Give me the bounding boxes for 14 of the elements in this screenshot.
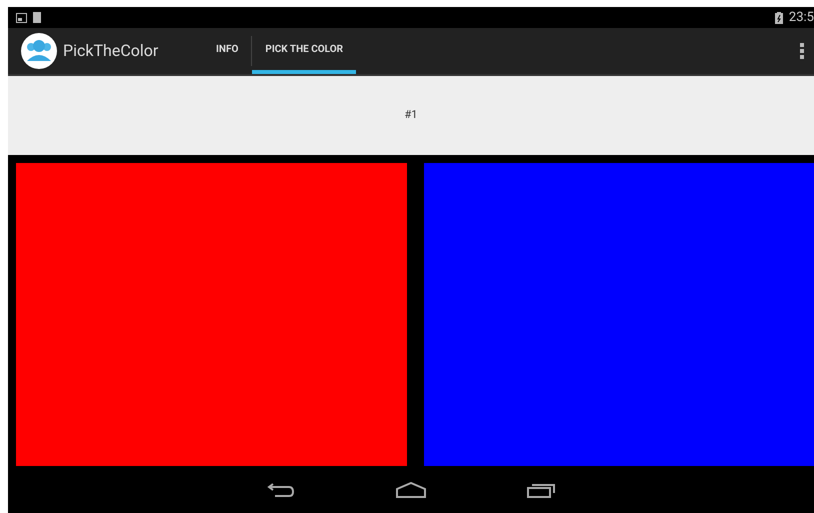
picture-notification-icon (16, 12, 27, 22)
color-swatch[interactable] (16, 163, 407, 466)
overflow-menu-icon[interactable] (800, 43, 804, 59)
color-swatch[interactable] (424, 163, 814, 466)
home-icon[interactable] (395, 482, 427, 498)
app-logo-icon (21, 33, 57, 69)
app-title: PickTheColor (63, 40, 160, 62)
back-icon[interactable] (267, 482, 295, 498)
status-time: 23:5 (788, 8, 814, 27)
sd-card-icon (33, 12, 41, 23)
round-label: #1 (404, 107, 418, 124)
battery-icon (774, 12, 783, 24)
tab[interactable]: INFO (203, 28, 252, 74)
recent-apps-icon[interactable] (527, 482, 555, 498)
